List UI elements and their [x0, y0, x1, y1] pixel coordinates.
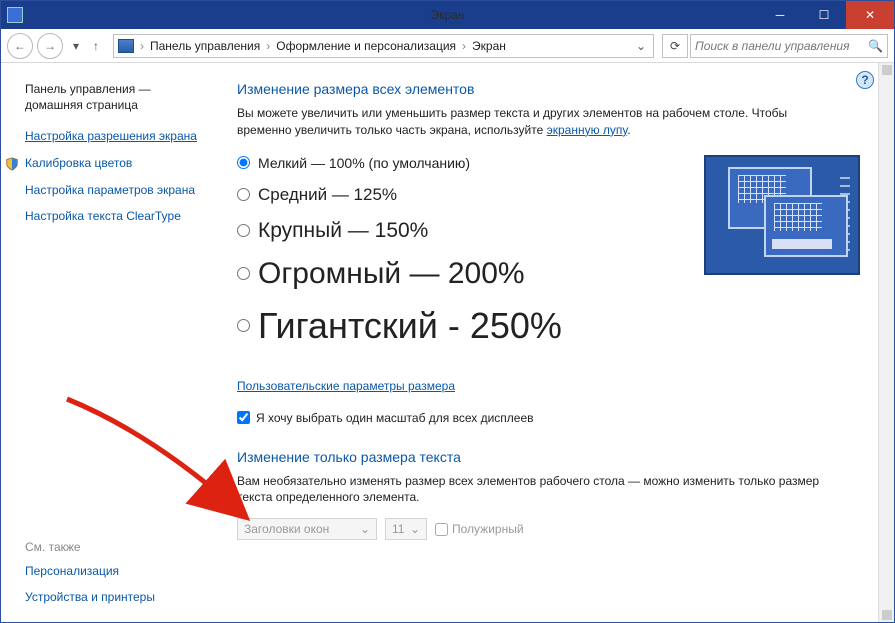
- navbar: ← → ▾ ↑ › Панель управления › Оформление…: [1, 29, 894, 63]
- breadcrumb-sep-icon: ›: [266, 39, 270, 53]
- search-placeholder: Поиск в панели управления: [695, 39, 850, 53]
- size-options: Мелкий — 100% (по умолчанию) Средний — 1…: [237, 155, 874, 365]
- see-also-heading: См. также: [25, 540, 207, 554]
- same-scale-label: Я хочу выбрать один масштаб для всех дис…: [256, 411, 534, 425]
- sidebar-link-cleartype[interactable]: Настройка текста ClearType: [25, 209, 207, 225]
- control-panel-home-link[interactable]: Панель управления — домашняя страница: [25, 81, 207, 113]
- text-only-description: Вам необязательно изменять размер всех э…: [237, 473, 857, 507]
- size-label: Крупный — 150%: [258, 219, 428, 243]
- titlebar: Экран ─ ☐ ✕: [1, 1, 894, 29]
- magnifier-link[interactable]: экранную лупу: [547, 123, 628, 137]
- search-icon: 🔍: [868, 39, 883, 53]
- scrollbar[interactable]: [878, 63, 894, 622]
- sidebar-link-resolution[interactable]: Настройка разрешения экрана: [25, 129, 207, 145]
- size-radio-100[interactable]: [237, 156, 250, 169]
- breadcrumb-sep-icon: ›: [140, 39, 144, 53]
- bold-checkbox[interactable]: [435, 523, 448, 536]
- sidebar: Панель управления — домашняя страница На…: [1, 63, 221, 622]
- size-label: Гигантский - 250%: [258, 305, 562, 347]
- see-also-personalization[interactable]: Персонализация: [25, 564, 207, 580]
- maximize-button[interactable]: ☐: [802, 1, 846, 29]
- bold-label: Полужирный: [452, 522, 524, 536]
- size-radio-150[interactable]: [237, 224, 250, 237]
- window-controls: ─ ☐ ✕: [758, 1, 894, 29]
- bold-checkbox-row[interactable]: Полужирный: [435, 522, 524, 536]
- breadcrumb-sep-icon: ›: [462, 39, 466, 53]
- same-scale-checkbox-row[interactable]: Я хочу выбрать один масштаб для всех дис…: [237, 411, 874, 425]
- search-input[interactable]: Поиск в панели управления 🔍: [690, 34, 888, 58]
- main-panel: ? Изменение размера всех элементов Вы мо…: [221, 63, 894, 622]
- forward-button[interactable]: →: [37, 33, 63, 59]
- system-icon: [7, 7, 23, 23]
- item-combo[interactable]: Заголовки окон ⌄: [237, 518, 377, 540]
- see-also-devices[interactable]: Устройства и принтеры: [25, 590, 207, 606]
- size-label: Мелкий — 100% (по умолчанию): [258, 155, 470, 171]
- size-option-250[interactable]: Гигантский - 250%: [237, 305, 874, 347]
- close-button[interactable]: ✕: [846, 1, 894, 29]
- heading-text-only: Изменение только размера текста: [237, 449, 874, 465]
- size-radio-125[interactable]: [237, 188, 250, 201]
- sidebar-link-label: Настройка разрешения экрана: [25, 129, 197, 143]
- back-button[interactable]: ←: [7, 33, 33, 59]
- address-bar[interactable]: › Панель управления › Оформление и персо…: [113, 34, 654, 58]
- breadcrumb-item[interactable]: Оформление и персонализация: [276, 39, 456, 53]
- help-icon[interactable]: ?: [856, 71, 874, 89]
- chevron-down-icon: ⌄: [410, 522, 420, 536]
- custom-size-link[interactable]: Пользовательские параметры размера: [237, 379, 455, 393]
- chevron-down-icon: ⌄: [360, 522, 370, 536]
- size-radio-250[interactable]: [237, 319, 250, 332]
- resize-description: Вы можете увеличить или уменьшить размер…: [237, 105, 817, 139]
- size-radio-200[interactable]: [237, 267, 250, 280]
- combo-value: Заголовки окон: [244, 522, 329, 536]
- breadcrumb-item[interactable]: Панель управления: [150, 39, 260, 53]
- size-label: Средний — 125%: [258, 185, 397, 205]
- display-icon: [118, 39, 134, 53]
- shield-icon: [5, 157, 19, 171]
- sidebar-link-label: Настройка текста ClearType: [25, 209, 181, 223]
- sidebar-link-label: Настройка параметров экрана: [25, 183, 195, 197]
- heading-resize-all: Изменение размера всех элементов: [237, 81, 874, 97]
- address-dropdown-icon[interactable]: ⌄: [633, 39, 649, 53]
- refresh-button[interactable]: ⟳: [662, 34, 688, 58]
- breadcrumb-item[interactable]: Экран: [472, 39, 506, 53]
- sidebar-link-label: Калибровка цветов: [25, 156, 132, 170]
- minimize-button[interactable]: ─: [758, 1, 802, 29]
- size-label: Огромный — 200%: [258, 257, 525, 291]
- history-dropdown-icon[interactable]: ▾: [67, 34, 85, 58]
- up-button[interactable]: ↑: [87, 34, 105, 58]
- window-title: Экран: [431, 8, 465, 22]
- content-area: Панель управления — домашняя страница На…: [1, 63, 894, 622]
- display-preview: [704, 155, 860, 275]
- text-only-controls: Заголовки окон ⌄ 11 ⌄ Полужирный: [237, 518, 874, 540]
- combo-value: 11: [392, 522, 404, 536]
- window-frame: Экран ─ ☐ ✕ ← → ▾ ↑ › Панель управления …: [0, 0, 895, 623]
- font-size-combo[interactable]: 11 ⌄: [385, 518, 427, 540]
- same-scale-checkbox[interactable]: [237, 411, 250, 424]
- sidebar-link-calibration[interactable]: Калибровка цветов: [25, 156, 207, 172]
- sidebar-link-display-settings[interactable]: Настройка параметров экрана: [25, 183, 207, 199]
